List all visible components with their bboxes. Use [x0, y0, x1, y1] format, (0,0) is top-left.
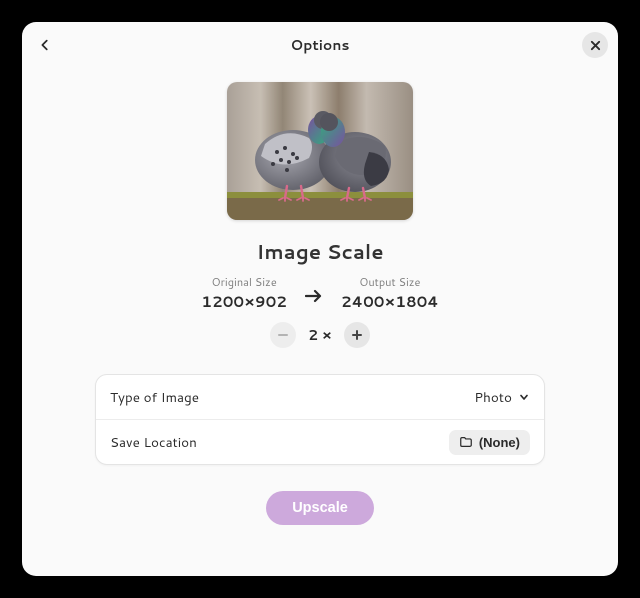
scale-value: 2 × — [308, 325, 332, 345]
chevron-down-icon — [518, 391, 530, 403]
original-size-value: 1200×902 — [201, 291, 287, 312]
size-row: Original Size 1200×902 Output Size 2400×… — [201, 274, 438, 312]
close-icon — [590, 40, 601, 51]
page-title: Options — [291, 35, 350, 55]
chevron-left-icon — [38, 38, 52, 52]
image-preview — [227, 82, 413, 220]
scale-decrement-button[interactable] — [270, 322, 296, 348]
arrow-right-icon — [305, 289, 323, 303]
save-location-button[interactable]: (None) — [449, 430, 530, 455]
scale-increment-button[interactable] — [344, 322, 370, 348]
options-window: Options — [22, 22, 618, 576]
minus-icon — [277, 329, 289, 341]
upscale-button[interactable]: Upscale — [266, 491, 374, 525]
output-size-value: 2400×1804 — [341, 291, 439, 312]
folder-icon — [459, 435, 473, 449]
image-type-dropdown[interactable]: Photo — [474, 388, 530, 407]
section-title: Image Scale — [256, 238, 383, 266]
image-type-row[interactable]: Type of Image Photo — [96, 375, 544, 419]
plus-icon — [351, 329, 363, 341]
header-bar: Options — [22, 22, 618, 68]
original-size-label: Original Size — [212, 274, 277, 290]
save-location-value: (None) — [479, 435, 520, 450]
scale-stepper: 2 × — [270, 322, 370, 348]
image-type-label: Type of Image — [110, 388, 199, 407]
output-size-label: Output Size — [359, 274, 420, 290]
content-area: Image Scale Original Size 1200×902 Outpu… — [22, 68, 618, 547]
save-location-label: Save Location — [110, 433, 197, 452]
save-location-row: Save Location (None) — [96, 419, 544, 464]
original-size-block: Original Size 1200×902 — [201, 274, 287, 312]
back-button[interactable] — [30, 30, 60, 60]
image-type-value: Photo — [474, 388, 512, 407]
output-size-block: Output Size 2400×1804 — [341, 274, 439, 312]
close-button[interactable] — [582, 32, 608, 58]
settings-card: Type of Image Photo Save Location (None) — [95, 374, 545, 465]
